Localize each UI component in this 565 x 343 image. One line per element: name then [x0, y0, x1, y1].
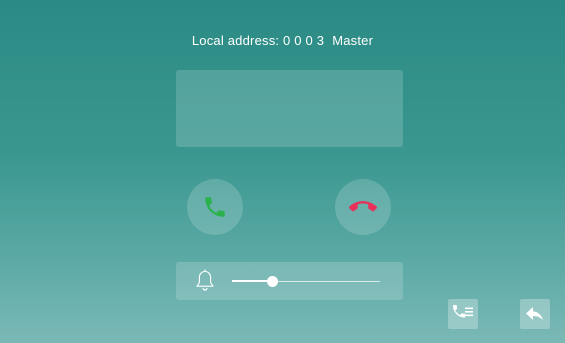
- volume-slider-knob[interactable]: [267, 276, 278, 287]
- call-list-button[interactable]: [448, 299, 478, 329]
- back-arrow-icon: [526, 307, 543, 321]
- caller-info-panel: [176, 70, 403, 147]
- answer-call-button[interactable]: [187, 179, 243, 235]
- phone-hangup-icon: [349, 201, 377, 212]
- hangup-call-button[interactable]: [335, 179, 391, 235]
- bell-icon: [196, 269, 214, 291]
- back-button[interactable]: [520, 299, 550, 329]
- address-value: 0 0 0 3: [283, 33, 325, 48]
- phone-list-icon: [453, 305, 473, 318]
- local-address: Local address: 0 0 0 3 Master: [0, 33, 565, 48]
- volume-slider-fill: [232, 280, 272, 282]
- device-role: Master: [332, 33, 374, 48]
- address-label: Local address:: [191, 33, 280, 48]
- intercom-screen: Local address: 0 0 0 3 Master: [0, 0, 565, 343]
- ring-volume-control: [176, 262, 403, 300]
- phone-answer-icon: [205, 197, 225, 217]
- volume-slider[interactable]: [232, 276, 380, 287]
